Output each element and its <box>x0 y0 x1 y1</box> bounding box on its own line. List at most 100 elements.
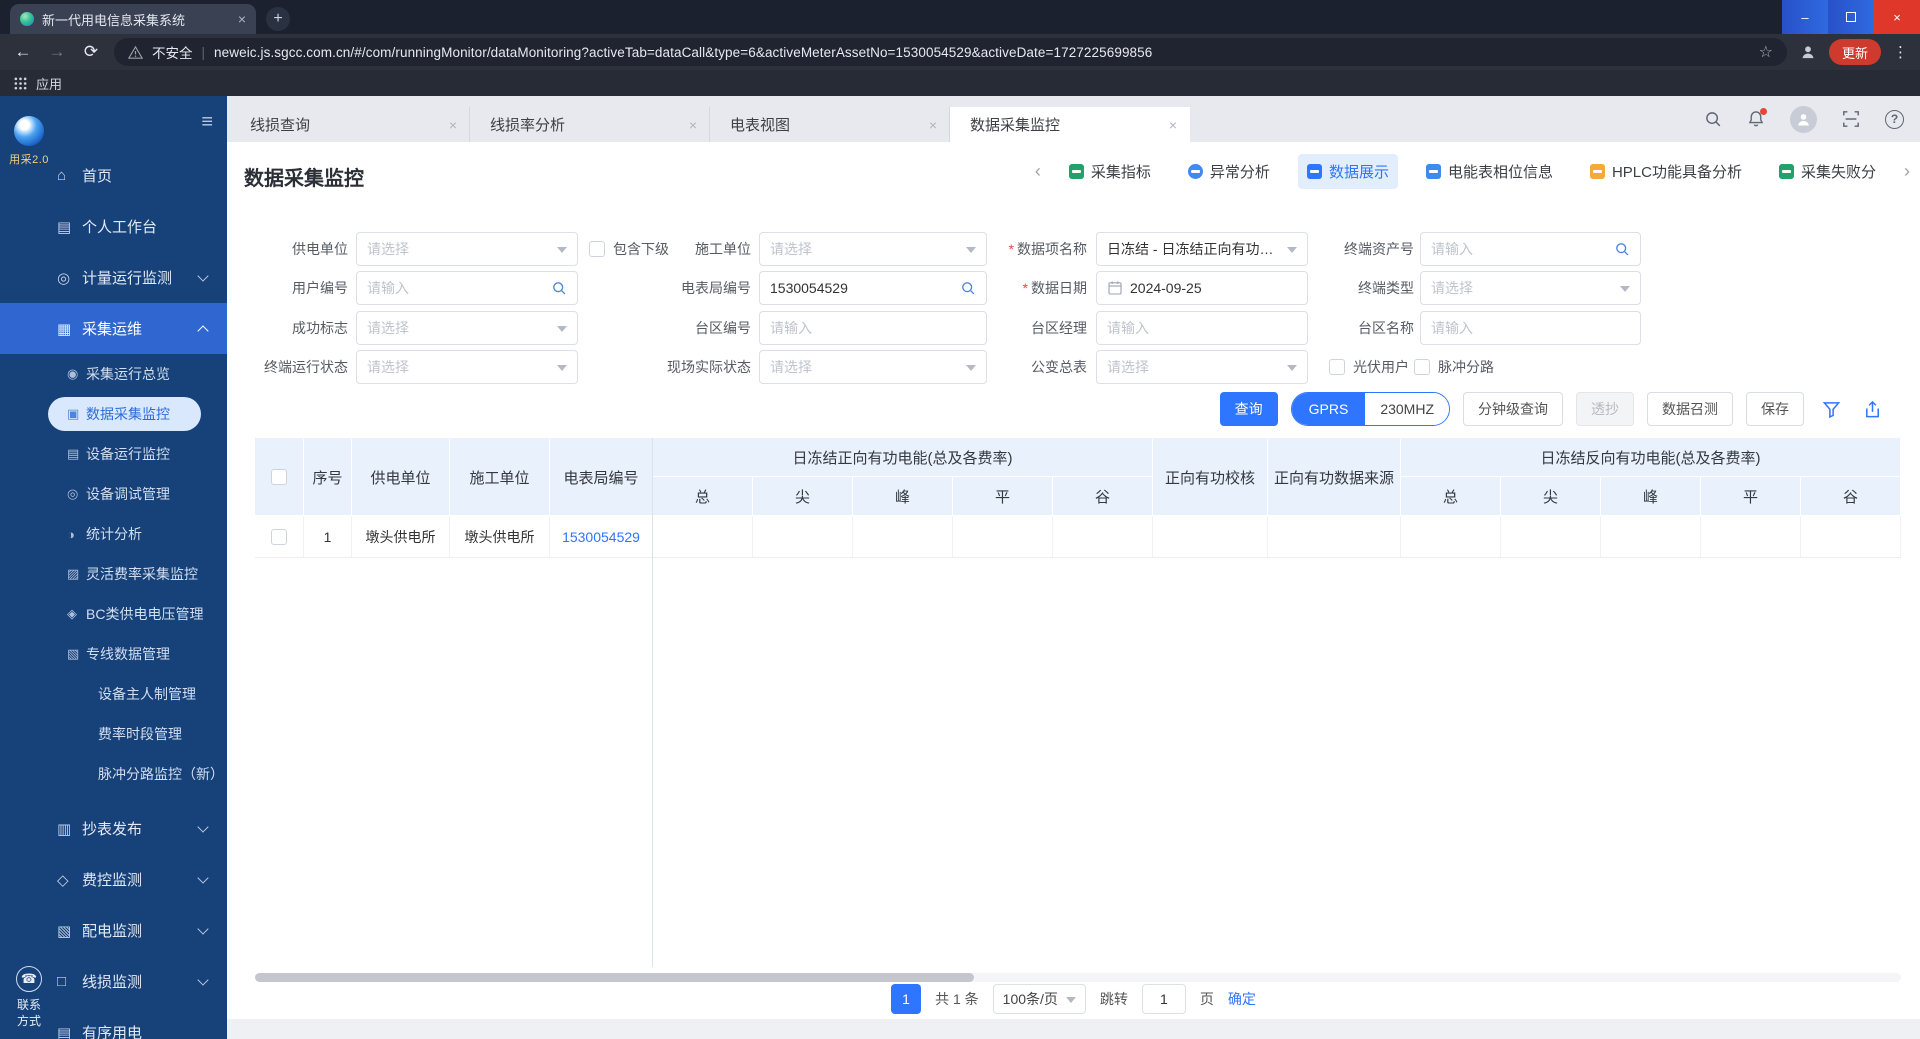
minimize-icon[interactable]: – <box>1782 0 1828 34</box>
confirm-button[interactable]: 确定 <box>1228 989 1256 1009</box>
url-bar[interactable]: 不安全 | neweic.js.sgcc.com.cn/#/com/runnin… <box>114 38 1787 66</box>
user-avatar[interactable] <box>1790 105 1817 133</box>
sidebar-item-metering[interactable]: ◎ 计量运行监测 <box>0 252 227 303</box>
row-checkbox[interactable] <box>271 528 287 545</box>
close-icon[interactable]: × <box>1169 117 1177 133</box>
supply-unit-select[interactable]: 请选择 <box>356 232 578 266</box>
success-flag-select[interactable]: 请选择 <box>356 311 578 345</box>
sidebar-item-data-monitor[interactable]: ▣ 数据采集监控 <box>0 394 227 434</box>
sidebar-item-distribution[interactable]: ▧ 配电监测 <box>0 905 227 956</box>
terminal-run-status-select[interactable]: 请选择 <box>356 350 578 384</box>
save-button[interactable]: 保存 <box>1746 392 1804 426</box>
bell-icon[interactable] <box>1747 108 1767 128</box>
nav-tab-hplc[interactable]: HPLC功能具备分析 <box>1581 154 1751 189</box>
sidebar-item-rate-period[interactable]: 费率时段管理 <box>0 714 227 754</box>
pulse-branch-checkbox[interactable]: 脉冲分路 <box>1414 350 1494 384</box>
sidebar-item-collection[interactable]: ▦ 采集运维 <box>0 303 227 354</box>
pass-read-button[interactable]: 透抄 <box>1576 392 1634 426</box>
chevron-left-icon[interactable]: ‹ <box>1035 161 1041 182</box>
sidebar-item-home[interactable]: ⌂ 首页 <box>0 150 227 201</box>
chevron-right-icon[interactable]: › <box>1904 161 1910 182</box>
sidebar-item-pulse-branch[interactable]: 脉冲分路监控（新） <box>0 754 227 794</box>
apps-grid-icon[interactable] <box>14 77 27 90</box>
search-icon[interactable] <box>1704 110 1722 128</box>
minute-query-button[interactable]: 分钟级查询 <box>1463 392 1563 426</box>
back-icon[interactable]: ← <box>12 42 34 62</box>
maximize-icon[interactable] <box>1828 0 1874 34</box>
channel-toggle[interactable]: GPRS 230MHZ <box>1290 392 1450 426</box>
device-debug-icon: ◎ <box>67 486 79 501</box>
station-name-input[interactable] <box>1420 311 1641 345</box>
jump-page-input[interactable] <box>1141 984 1186 1014</box>
filter-row: 用户编号 电表局编号 *数据日期 2024-09-25 终端类型 请选择 <box>227 268 1920 308</box>
checkbox[interactable] <box>1414 359 1430 375</box>
sidebar-item-device-owner[interactable]: 设备主人制管理 <box>0 674 227 714</box>
tab-line-loss-rate[interactable]: 线损率分析 × <box>470 107 710 142</box>
browser-tab[interactable]: 新一代用电信息采集系统 × <box>10 4 256 34</box>
home-icon: ⌂ <box>57 167 67 184</box>
security-label: 不安全 <box>152 46 193 61</box>
sidebar-collapse-icon[interactable]: ≡ <box>201 112 213 132</box>
jump-label: 跳转 <box>1099 991 1128 1007</box>
close-icon[interactable]: × <box>449 117 457 133</box>
update-button[interactable]: 更新 <box>1828 39 1881 65</box>
pv-user-checkbox[interactable]: 光伏用户 <box>1329 350 1409 384</box>
close-window-icon[interactable]: × <box>1874 0 1920 34</box>
scan-icon[interactable] <box>1842 110 1860 128</box>
close-icon[interactable]: × <box>238 11 246 27</box>
data-call-button[interactable]: 数据召测 <box>1647 392 1733 426</box>
select-all-checkbox[interactable] <box>271 469 287 485</box>
menu-kebab-icon[interactable]: ⋮ <box>1893 43 1908 61</box>
sidebar-item-device-debug[interactable]: ◎ 设备调试管理 <box>0 474 227 514</box>
page-content: 数据采集监控 ‹ 采集指标 异常分析 数据展示 电能表相位信息 HPLC功能具备… <box>227 142 1920 1039</box>
query-button[interactable]: 查询 <box>1219 392 1278 426</box>
nav-tab-phase-info[interactable]: 电能表相位信息 <box>1417 154 1562 189</box>
new-tab-button[interactable]: + <box>266 7 290 31</box>
contact-widget[interactable]: ☎ 联系 方式 <box>7 965 51 1029</box>
nav-tab-data-display[interactable]: 数据展示 <box>1297 154 1398 189</box>
horizontal-scrollbar[interactable] <box>255 973 1901 982</box>
sidebar-item-dedicated-line[interactable]: ▧ 专线数据管理 <box>0 634 227 674</box>
page-number-button[interactable]: 1 <box>891 984 922 1014</box>
nav-tab-collect-fail[interactable]: 采集失败分 <box>1770 154 1885 189</box>
terminal-asset-label: 终端资产号 <box>1344 241 1414 257</box>
sidebar-item-stats[interactable]: ◑ 统计分析 <box>0 514 227 554</box>
col-rev-flat: 平 <box>1701 477 1801 516</box>
chevron-down-icon <box>197 820 209 833</box>
nav-tab-anomaly[interactable]: 异常分析 <box>1179 154 1279 189</box>
sidebar-item-fee-control[interactable]: ◇ 费控监测 <box>0 854 227 905</box>
apps-label[interactable]: 应用 <box>36 74 62 93</box>
meter-no-link[interactable]: 1530054529 <box>562 529 640 545</box>
tab-meter-view[interactable]: 电表视图 × <box>710 107 950 142</box>
gprs-option[interactable]: GPRS <box>1291 393 1366 425</box>
nav-tab-collect-index[interactable]: 采集指标 <box>1060 154 1160 189</box>
reload-icon[interactable]: ⟳ <box>80 42 102 62</box>
sidebar-item-meter-reading[interactable]: ▥ 抄表发布 <box>0 803 227 854</box>
sidebar-item-collection-overview[interactable]: ◉ 采集运行总览 <box>0 354 227 394</box>
tab-data-monitor[interactable]: 数据采集监控 × <box>950 107 1190 142</box>
user-no-input[interactable] <box>356 271 578 305</box>
terminal-type-select[interactable]: 请选择 <box>1420 271 1641 305</box>
bookmark-star-icon[interactable]: ☆ <box>1759 42 1773 62</box>
scrollbar-thumb[interactable] <box>255 973 974 982</box>
sidebar-item-device-monitor[interactable]: ▤ 设备运行监控 <box>0 434 227 474</box>
sidebar-item-flexible-rate[interactable]: ▨ 灵活费率采集监控 <box>0 554 227 594</box>
close-icon[interactable]: × <box>929 117 937 133</box>
forward-icon[interactable]: → <box>46 42 68 62</box>
terminal-asset-input[interactable] <box>1420 232 1641 266</box>
sidebar-item-workbench[interactable]: ▤ 个人工作台 <box>0 201 227 252</box>
tab-line-loss-query[interactable]: 线损查询 × <box>230 107 470 142</box>
search-icon[interactable] <box>551 280 567 296</box>
help-icon[interactable]: ? <box>1885 109 1904 129</box>
cell-empty <box>1801 516 1901 558</box>
close-icon[interactable]: × <box>689 117 697 133</box>
page-size-select[interactable]: 100条/页 <box>992 984 1086 1014</box>
filter-funnel-icon[interactable] <box>1817 392 1845 426</box>
profile-icon[interactable] <box>1799 43 1817 61</box>
public-transformer-select[interactable]: 请选择 <box>1096 350 1308 384</box>
checkbox[interactable] <box>1329 359 1345 375</box>
mhz-option[interactable]: 230MHZ <box>1365 393 1449 425</box>
search-icon[interactable] <box>1614 241 1630 257</box>
sidebar-item-bc-voltage[interactable]: ◈ BC类供电电压管理 <box>0 594 227 634</box>
export-icon[interactable] <box>1858 392 1886 426</box>
